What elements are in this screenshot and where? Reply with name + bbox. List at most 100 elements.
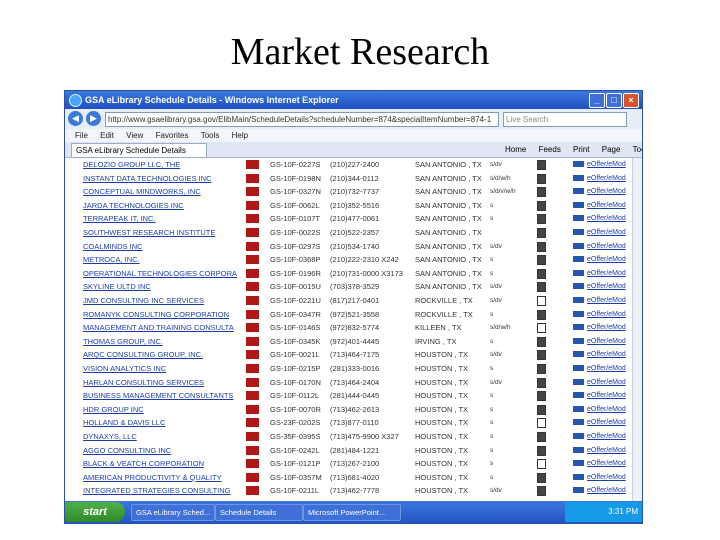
menu-file[interactable]: File — [75, 131, 88, 140]
eoffer-link[interactable]: eOffer/eMod — [587, 471, 635, 484]
terms-document-icon[interactable] — [537, 214, 546, 225]
vendor-name-link[interactable]: TERRAPEAK IT, INC. — [83, 212, 238, 225]
feeds-button[interactable]: Feeds — [539, 145, 561, 154]
vendor-name-link[interactable]: JMD CONSULTING INC SERVICES — [83, 294, 238, 307]
vendor-name-link[interactable]: MANAGEMENT AND TRAINING CONSULTA — [83, 321, 238, 334]
eoffer-link[interactable]: eOffer/eMod — [587, 280, 635, 293]
vendor-name-link[interactable]: INTEGRATED STRATEGIES CONSULTING — [83, 484, 238, 497]
terms-document-icon[interactable] — [537, 187, 546, 198]
vendor-name-link[interactable]: ARQC CONSULTING GROUP, INC. — [83, 348, 238, 361]
tab-schedule-details[interactable]: GSA eLibrary Schedule Details — [71, 143, 207, 158]
terms-document-icon[interactable] — [537, 282, 546, 293]
vendor-name-link[interactable]: DYNAXYS, LLC — [83, 430, 238, 443]
eoffer-link[interactable]: eOffer/eMod — [587, 389, 635, 402]
terms-document-icon[interactable] — [537, 323, 546, 334]
home-button[interactable]: Home — [505, 145, 526, 154]
terms-document-icon[interactable] — [537, 364, 546, 374]
terms-document-icon[interactable] — [537, 432, 546, 442]
eoffer-link[interactable]: eOffer/eMod — [587, 348, 635, 361]
terms-document-icon[interactable] — [537, 472, 546, 483]
eoffer-link[interactable]: eOffer/eMod — [587, 253, 635, 266]
eoffer-link[interactable]: eOffer/eMod — [587, 376, 635, 389]
start-button[interactable]: start — [65, 502, 125, 522]
terms-document-icon[interactable] — [537, 309, 546, 320]
forward-icon[interactable]: ▶ — [86, 111, 101, 126]
eoffer-link[interactable]: eOffer/eMod — [587, 321, 635, 334]
terms-document-icon[interactable] — [537, 418, 546, 429]
maximize-icon[interactable]: □ — [606, 93, 622, 108]
terms-document-icon[interactable] — [537, 445, 546, 456]
task-ie-1[interactable]: GSA eLibrary Sched... — [131, 504, 215, 521]
vendor-name-link[interactable]: ROMANYK CONSULTING CORPORATION — [83, 308, 238, 321]
address-input[interactable]: http://www.gsaelibrary.gsa.gov/ElibMain/… — [105, 112, 499, 127]
vendor-name-link[interactable]: AMERICAN PRODUCTIVITY & QUALITY — [83, 471, 238, 484]
back-icon[interactable]: ◀ — [68, 111, 83, 126]
terms-document-icon[interactable] — [537, 255, 546, 266]
eoffer-link[interactable]: eOffer/eMod — [587, 199, 635, 212]
eoffer-link[interactable]: eOffer/eMod — [587, 444, 635, 457]
print-button[interactable]: Print — [573, 145, 589, 154]
minimize-icon[interactable]: _ — [589, 93, 605, 108]
vendor-name-link[interactable]: SOUTHWEST RESEARCH INSTITUTE — [83, 226, 238, 239]
eoffer-link[interactable]: eOffer/eMod — [587, 226, 635, 239]
eoffer-link[interactable]: eOffer/eMod — [587, 403, 635, 416]
terms-document-icon[interactable] — [537, 377, 546, 388]
eoffer-link[interactable]: eOffer/eMod — [587, 240, 635, 253]
vendor-name-link[interactable]: COALMINDS INC — [83, 240, 238, 253]
vendor-name-link[interactable]: BUSINESS MANAGEMENT CONSULTANTS — [83, 389, 238, 402]
vendor-name-link[interactable]: INSTANT DATA TECHNOLOGIES INC — [83, 172, 238, 185]
menu-view[interactable]: View — [126, 131, 143, 140]
eoffer-link[interactable]: eOffer/eMod — [587, 294, 635, 307]
eoffer-link[interactable]: eOffer/eMod — [587, 185, 635, 198]
table-row: JMD CONSULTING INC SERVICES GS-10F-0221U (… — [65, 294, 642, 307]
vendor-name-link[interactable]: AGGO CONSULTING INC — [83, 444, 238, 457]
eoffer-link[interactable]: eOffer/eMod — [587, 172, 635, 185]
eoffer-link[interactable]: eOffer/eMod — [587, 484, 635, 497]
menu-tools[interactable]: Tools — [201, 131, 220, 140]
terms-document-icon[interactable] — [537, 459, 546, 470]
tools-button[interactable]: Tools — [633, 145, 642, 154]
eoffer-link[interactable]: eOffer/eMod — [587, 158, 635, 171]
menu-edit[interactable]: Edit — [100, 131, 114, 140]
vendor-name-link[interactable]: JARDA TECHNOLOGIES INC — [83, 199, 238, 212]
terms-document-icon[interactable] — [537, 404, 546, 415]
terms-document-icon[interactable] — [537, 350, 546, 361]
terms-document-icon[interactable] — [537, 241, 546, 252]
eoffer-link[interactable]: eOffer/eMod — [587, 362, 635, 375]
vendor-name-link[interactable]: DELOZIO GROUP LLC, THE — [83, 158, 238, 171]
terms-document-icon[interactable] — [537, 391, 546, 402]
terms-document-icon[interactable] — [537, 160, 546, 170]
vendor-name-link[interactable]: METROCA, INC. — [83, 253, 238, 266]
eoffer-link[interactable]: eOffer/eMod — [587, 212, 635, 225]
terms-document-icon[interactable] — [537, 173, 546, 184]
vendor-name-link[interactable]: THOMAS GROUP, INC. — [83, 335, 238, 348]
task-powerpoint[interactable]: Microsoft PowerPoint... — [303, 504, 401, 521]
terms-document-icon[interactable] — [537, 336, 546, 347]
search-input[interactable]: Live Search — [503, 112, 627, 127]
eoffer-link[interactable]: eOffer/eMod — [587, 267, 635, 280]
terms-document-icon[interactable] — [537, 486, 546, 497]
menu-favorites[interactable]: Favorites — [156, 131, 189, 140]
vendor-name-link[interactable]: BLACK & VEATCH CORPORATION — [83, 457, 238, 470]
vendor-name-link[interactable]: VISION ANALYTICS INC — [83, 362, 238, 375]
eoffer-link[interactable]: eOffer/eMod — [587, 416, 635, 429]
vendor-name-link[interactable]: SKYLINE ULTD INC — [83, 280, 238, 293]
eoffer-link[interactable]: eOffer/eMod — [587, 430, 635, 443]
eoffer-link[interactable]: eOffer/eMod — [587, 308, 635, 321]
vendor-name-link[interactable]: HOLLAND & DAVIS LLC — [83, 416, 238, 429]
eoffer-link[interactable]: eOffer/eMod — [587, 335, 635, 348]
vendor-name-link[interactable]: CONCEPTUAL MINDWORKS, INC — [83, 185, 238, 198]
terms-document-icon[interactable] — [537, 268, 546, 279]
eoffer-link[interactable]: eOffer/eMod — [587, 457, 635, 470]
page-button[interactable]: Page — [602, 145, 621, 154]
vendor-name-link[interactable]: OPERATIONAL TECHNOLOGIES CORPORA — [83, 267, 238, 280]
vendor-name-link[interactable]: HARLAN CONSULTING SERVICES — [83, 376, 238, 389]
vendor-name-link[interactable]: HDR GROUP INC — [83, 403, 238, 416]
task-ie-2[interactable]: Schedule Details — [215, 504, 303, 521]
vertical-scrollbar[interactable] — [632, 158, 642, 501]
menu-help[interactable]: Help — [232, 131, 248, 140]
close-icon[interactable]: × — [623, 93, 639, 108]
terms-document-icon[interactable] — [537, 228, 546, 238]
terms-document-icon[interactable] — [537, 200, 546, 211]
terms-document-icon[interactable] — [537, 296, 546, 306]
